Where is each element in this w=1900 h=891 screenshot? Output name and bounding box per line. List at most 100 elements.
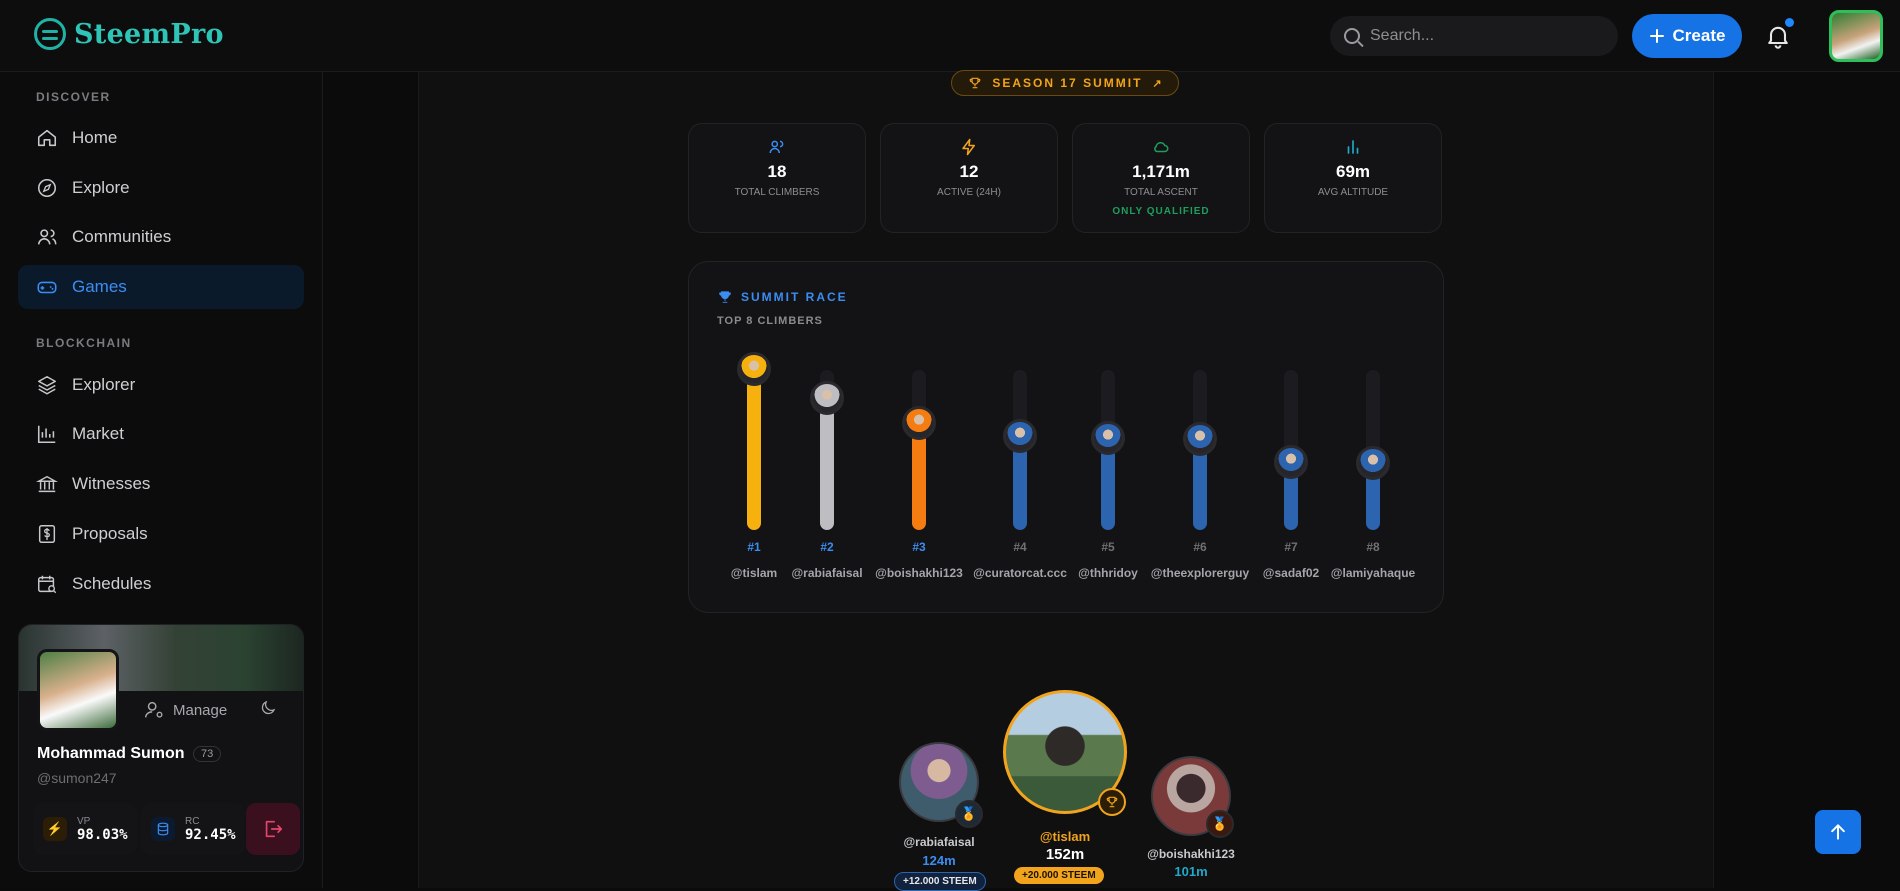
users-icon [37, 229, 57, 245]
sidebar-item-witnesses[interactable]: Witnesses [18, 462, 304, 506]
climber-rank: #5 [1101, 540, 1115, 554]
create-button[interactable]: Create [1632, 14, 1742, 58]
brand-logo[interactable]: SteemPro [34, 18, 224, 50]
climber-rank: #4 [1013, 540, 1027, 554]
sidebar-item-label: Schedules [72, 574, 152, 593]
sidebar-item-market[interactable]: Market [18, 412, 304, 456]
user-avatar[interactable] [1829, 10, 1883, 62]
podium-third-altitude: 101m [1174, 864, 1208, 879]
climber-rank: #8 [1366, 540, 1380, 554]
profile-card: Manage Mohammad Sumon 73 @sumon247 ⚡ VP … [18, 624, 304, 872]
logout-button[interactable] [246, 803, 300, 855]
sidebar: DISCOVER Home Explore Communities Games … [0, 72, 323, 888]
external-link-icon: ↗ [1152, 77, 1162, 90]
climber-avatar[interactable] [1274, 445, 1308, 479]
silver-medal-icon: 🏅 [955, 800, 983, 828]
vp-label: VP [77, 815, 91, 827]
profile-name: Mohammad Sumon [37, 745, 185, 762]
season-label: SEASON 17 SUMMIT [992, 76, 1143, 90]
sidebar-item-proposals[interactable]: Proposals [18, 512, 304, 556]
scroll-to-top-button[interactable] [1815, 810, 1861, 854]
chart-icon [37, 425, 56, 444]
kpi-total-climbers: 18 TOTAL CLIMBERS [688, 123, 866, 233]
kpi-label: TOTAL ASCENT [1124, 187, 1198, 198]
sidebar-item-explore[interactable]: Explore [18, 166, 304, 210]
search-placeholder: Search... [1370, 27, 1435, 44]
race-title-text: SUMMIT RACE [741, 290, 848, 304]
moon-icon[interactable] [259, 699, 277, 717]
sidebar-item-label: Explorer [72, 375, 136, 394]
kpi-value: 1,171m [1132, 162, 1190, 181]
climber-rank: #3 [912, 540, 926, 554]
gamepad-icon [37, 281, 57, 294]
podium-second-reward: +12.000 STEEM [894, 872, 986, 891]
sidebar-item-explorer[interactable]: Explorer [18, 363, 304, 407]
climber-avatar[interactable] [1183, 422, 1217, 456]
notifications-button[interactable] [1764, 18, 1794, 50]
sidebar-item-label: Proposals [72, 524, 148, 543]
search-input[interactable]: Search... [1330, 16, 1618, 56]
race-progress-fill [820, 399, 834, 530]
climber-avatar[interactable] [1091, 421, 1125, 455]
sidebar-item-home[interactable]: Home [18, 116, 304, 160]
layers-icon [38, 376, 56, 395]
podium-first-reward: +20.000 STEEM [1014, 867, 1104, 884]
kpi-note: ONLY QUALIFIED [1112, 206, 1210, 217]
podium-first-handle[interactable]: @tislam [985, 829, 1145, 844]
sidebar-item-label: Explore [72, 178, 130, 197]
kpi-label: ACTIVE (24H) [937, 187, 1001, 198]
sidebar-item-label: Communities [72, 227, 172, 246]
logo-icon [34, 18, 66, 50]
plus-icon [1649, 29, 1664, 43]
podium-third-handle[interactable]: @boishakhi123 [1111, 847, 1271, 861]
logout-icon [265, 820, 283, 838]
sidebar-item-label: Games [72, 277, 127, 296]
bolt-icon [962, 138, 975, 156]
manage-button[interactable]: Manage [143, 699, 227, 721]
reputation-badge: 73 [193, 746, 222, 762]
climber-rank: #1 [747, 540, 761, 554]
sidebar-item-games[interactable]: Games [18, 265, 304, 309]
sidebar-item-label: Market [72, 424, 124, 443]
sidebar-item-label: Witnesses [72, 474, 151, 493]
kpi-avg-altitude: 69m AVG ALTITUDE [1264, 123, 1442, 233]
vp-stat: ⚡ VP 98.03% [33, 803, 137, 855]
climber-avatar[interactable] [1356, 446, 1390, 480]
trophy-icon [719, 291, 731, 303]
calendar-search-icon [38, 575, 57, 594]
rc-label: RC [185, 815, 200, 827]
climber-rank: #7 [1284, 540, 1298, 554]
top-bar: SteemPro Search... Create [0, 0, 1900, 72]
climber-rank: #2 [820, 540, 834, 554]
sidebar-item-schedules[interactable]: Schedules [18, 562, 304, 606]
climber-handle[interactable]: @lamiyahaque [1308, 566, 1438, 580]
profile-avatar[interactable] [37, 649, 119, 731]
summit-race-card: SUMMIT RACE TOP 8 CLIMBERS [688, 261, 1444, 613]
race-subtitle: TOP 8 CLIMBERS [717, 315, 823, 327]
race-progress-fill [747, 370, 761, 530]
bank-icon [36, 475, 58, 493]
vp-value: 98.03% [77, 826, 128, 843]
climber-avatar[interactable] [737, 352, 771, 386]
sidebar-item-label: Home [72, 128, 118, 147]
climber-avatar[interactable] [810, 381, 844, 415]
gold-trophy-icon [1098, 788, 1126, 816]
kpi-label: AVG ALTITUDE [1317, 187, 1389, 198]
home-icon [37, 129, 57, 147]
sidebar-item-communities[interactable]: Communities [18, 215, 304, 259]
search-icon [1344, 28, 1360, 44]
climber-rank: #6 [1193, 540, 1207, 554]
notification-dot [1785, 18, 1794, 27]
kpi-value: 18 [767, 162, 787, 181]
section-discover: DISCOVER [36, 90, 111, 104]
users-icon [769, 140, 784, 154]
create-label: Create [1672, 26, 1726, 45]
climber-avatar[interactable] [902, 406, 936, 440]
climber-avatar[interactable] [1003, 419, 1037, 453]
race-title: SUMMIT RACE [717, 290, 848, 304]
bronze-medal-icon: 🏅 [1206, 810, 1234, 838]
compass-icon [37, 178, 57, 198]
season-badge[interactable]: SEASON 17 SUMMIT ↗ [951, 70, 1179, 96]
database-icon [151, 817, 175, 841]
bolt-icon: ⚡ [43, 817, 67, 841]
